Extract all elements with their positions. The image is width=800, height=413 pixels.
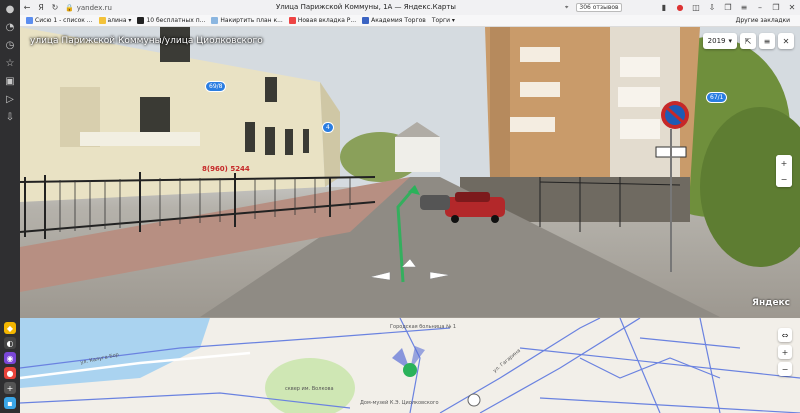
bookmarks-bar: Сисю 1 - список ... алина ▾ 10 бесплатны…: [20, 15, 800, 27]
reviews-badge[interactable]: 306 отзывов: [576, 3, 622, 12]
top-bar: ← Я ↻ 🔒 yandex.ru Улица Парижской Коммун…: [20, 0, 800, 15]
bookmark-item[interactable]: Сисю 1 - список ...: [26, 17, 93, 24]
account-icon[interactable]: ●: [3, 3, 17, 17]
street-panorama[interactable]: улица Парижской Коммуны/улица Циолковско…: [20, 27, 800, 318]
panorama-scene: [20, 27, 800, 317]
notifications-icon[interactable]: ◔: [3, 21, 17, 35]
url-text: yandex.ru: [76, 3, 112, 12]
page-title: Улица Парижской Коммуны, 1А — Яндекс.Кар…: [276, 3, 456, 11]
minimap[interactable]: ул. Калуга-Бор сквер им. Волкова Дом-муз…: [20, 318, 800, 413]
bookmark-favicon-icon: [137, 17, 145, 24]
street-name-label: улица Парижской Коммуны/улица Циолковско…: [30, 36, 263, 46]
bookmark-item[interactable]: 10 бесплатных п...: [137, 17, 205, 24]
house-number-badge[interactable]: 67/1: [706, 92, 728, 103]
app-icon-5[interactable]: ▪: [4, 397, 16, 409]
yandex-icon[interactable]: Я: [34, 0, 48, 15]
collections-icon[interactable]: ▣: [3, 75, 17, 89]
zoom-in-icon[interactable]: +: [778, 345, 792, 359]
bookmark-item[interactable]: Новая вкладка Р...: [288, 17, 356, 24]
house-number-badge[interactable]: 69/8: [205, 81, 227, 92]
side-panel: ● ◔ ◷ ☆ ▣ ▷ ⇩ ◆ ◐ ◉ ● + ▪: [0, 0, 20, 413]
year-selector[interactable]: 2019 ▾: [702, 33, 737, 49]
house-number-badge[interactable]: 4: [322, 122, 334, 133]
map-label-hospital: Городская больница № 1: [390, 324, 457, 330]
chevron-down-icon: ▾: [728, 37, 732, 45]
map-label-park: сквер им. Волкова: [285, 386, 334, 392]
close-panorama-icon[interactable]: ✕: [778, 33, 794, 49]
bookmark-item[interactable]: Торги ▾: [432, 17, 455, 24]
address-bar[interactable]: 🔒 yandex.ru: [65, 2, 112, 13]
bookmark-page-icon[interactable]: ▮: [656, 0, 672, 15]
add-app-icon[interactable]: +: [4, 382, 16, 394]
folder-icon: [98, 17, 106, 24]
bookmark-item[interactable]: Накиртить план к...: [211, 17, 283, 24]
adblock-icon[interactable]: ●: [672, 0, 688, 15]
close-icon[interactable]: ✕: [784, 0, 800, 15]
bookmark-favicon-icon: [288, 17, 296, 24]
app-icon-4[interactable]: ●: [4, 367, 16, 379]
panorama-controls: 2019 ▾ ⇱ ≡ ✕: [702, 33, 794, 49]
lock-icon: 🔒: [65, 3, 74, 12]
minimize-icon[interactable]: –: [752, 0, 768, 15]
download-icon[interactable]: ⇩: [704, 0, 720, 15]
shop-phone-sign: 8(960) 5244: [202, 165, 250, 173]
expand-map-icon[interactable]: ⇔: [778, 328, 792, 342]
location-icon[interactable]: ⌖: [565, 4, 568, 12]
app-icon-3[interactable]: ◉: [4, 352, 16, 364]
tabs-icon[interactable]: ❐: [720, 0, 736, 15]
bookmark-item[interactable]: алина ▾: [98, 17, 131, 24]
app-icon-2[interactable]: ◐: [4, 337, 16, 349]
menu-icon[interactable]: ≡: [736, 0, 752, 15]
app-icon-1[interactable]: ◆: [4, 322, 16, 334]
panorama-zoom: + −: [776, 155, 792, 187]
zoom-out-icon[interactable]: −: [776, 171, 792, 187]
bookmark-favicon-icon: [362, 17, 370, 24]
media-icon[interactable]: ▷: [3, 93, 17, 107]
bookmark-favicon-icon: [26, 17, 33, 24]
bookmarks-icon[interactable]: ☆: [3, 57, 17, 71]
zoom-out-icon[interactable]: −: [778, 362, 792, 376]
minimap-controls: ⇔ + −: [778, 328, 792, 376]
yandex-watermark: Яндекс: [752, 298, 790, 308]
extension-icon[interactable]: ◫: [688, 0, 704, 15]
reload-icon[interactable]: ↻: [48, 0, 62, 15]
bookmark-favicon-icon: [211, 17, 219, 24]
maximize-icon[interactable]: ❐: [768, 0, 784, 15]
downloads-icon[interactable]: ⇩: [3, 111, 17, 125]
bookmark-item[interactable]: Академия Торгов: [362, 17, 426, 24]
browser-window: ● ◔ ◷ ☆ ▣ ▷ ⇩ ◆ ◐ ◉ ● + ▪ ← Я ↻ 🔒 yandex…: [0, 0, 800, 413]
history-icon[interactable]: ◷: [3, 39, 17, 53]
open-external-icon[interactable]: ⇱: [740, 33, 756, 49]
zoom-in-icon[interactable]: +: [776, 155, 792, 171]
map-label-museum: Дом-музей К.Э. Циолковского: [360, 400, 439, 406]
back-icon[interactable]: ←: [20, 0, 34, 15]
menu-icon[interactable]: ≡: [759, 33, 775, 49]
other-bookmarks[interactable]: Другие закладки: [736, 17, 790, 24]
minimap-roads: [20, 318, 800, 413]
